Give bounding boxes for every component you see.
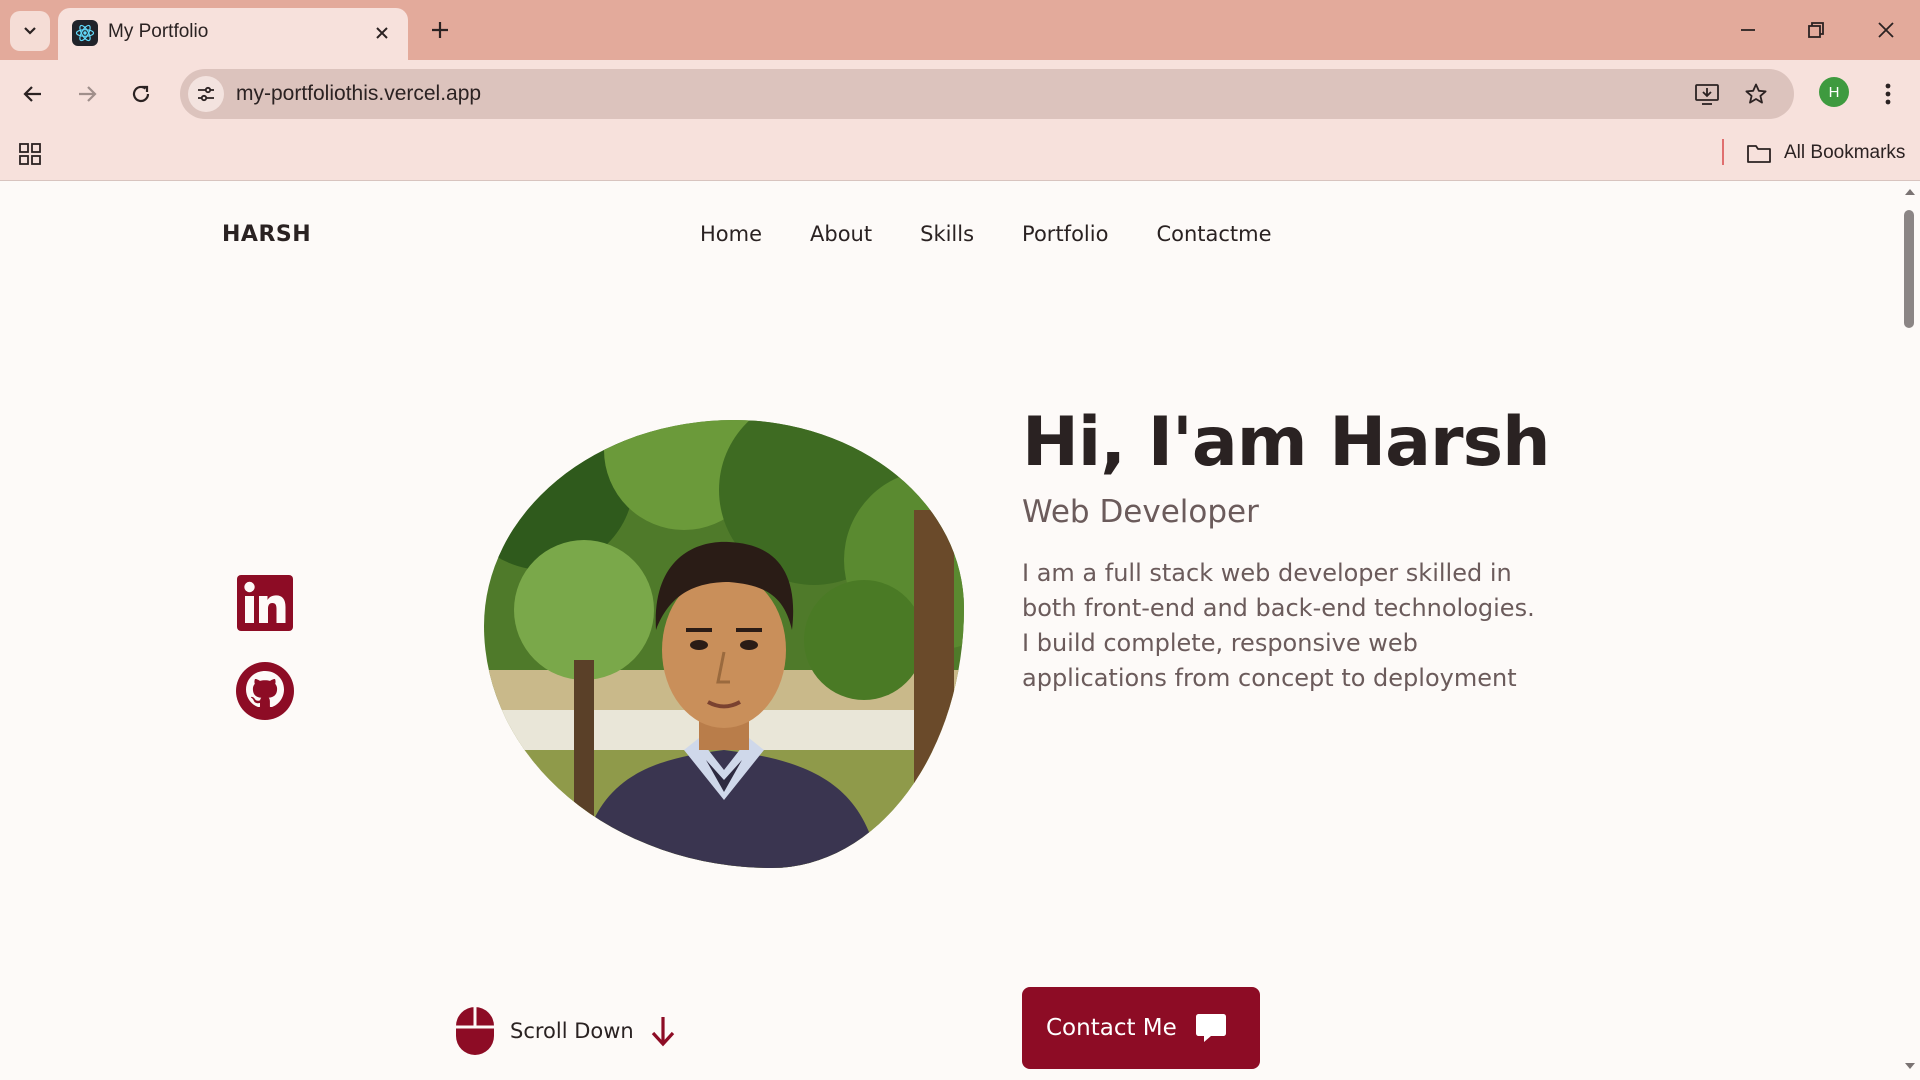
nav-portfolio[interactable]: Portfolio bbox=[1022, 222, 1108, 246]
tab-search-button[interactable] bbox=[10, 11, 50, 51]
github-icon bbox=[236, 662, 294, 720]
window-close-icon bbox=[1878, 22, 1894, 38]
profile-avatar[interactable]: H bbox=[1819, 77, 1849, 107]
window-close-button[interactable] bbox=[1862, 8, 1910, 52]
tab-search-icon bbox=[24, 27, 36, 35]
site-logo[interactable]: HARSH bbox=[222, 222, 311, 247]
browser-toolbar: my-portfoliothis.vercel.app H bbox=[0, 60, 1920, 128]
hero-subtitle: Web Developer bbox=[1022, 493, 1259, 530]
tab-title: My Portfolio bbox=[108, 21, 209, 42]
bookmark-star-button[interactable] bbox=[1740, 78, 1772, 110]
scroll-down-arrow-icon bbox=[1905, 1063, 1915, 1069]
back-button[interactable] bbox=[13, 74, 53, 114]
profile-photo bbox=[484, 420, 964, 868]
star-icon bbox=[1745, 83, 1767, 104]
chat-bubble-icon bbox=[1195, 1014, 1226, 1042]
nav-home[interactable]: Home bbox=[700, 222, 762, 246]
contact-me-label: Contact Me bbox=[1046, 1015, 1177, 1041]
page-scrollbar[interactable] bbox=[1898, 182, 1920, 1080]
mouse-icon bbox=[456, 1007, 494, 1055]
forward-arrow-icon bbox=[79, 86, 97, 102]
close-icon bbox=[376, 27, 388, 39]
contact-me-button[interactable]: Contact Me bbox=[1022, 987, 1260, 1069]
linkedin-link[interactable] bbox=[236, 574, 294, 632]
bookmarks-bar: All Bookmarks bbox=[0, 128, 1920, 181]
scrollbar-thumb[interactable] bbox=[1904, 210, 1914, 328]
tab-strip: My Portfolio bbox=[0, 0, 1920, 60]
reload-button[interactable] bbox=[121, 74, 161, 114]
folder-icon bbox=[1747, 145, 1771, 163]
linkedin-icon bbox=[237, 575, 293, 631]
github-link[interactable] bbox=[236, 662, 294, 720]
nav-about[interactable]: About bbox=[810, 222, 872, 246]
active-tab[interactable]: My Portfolio bbox=[58, 8, 408, 60]
reload-icon bbox=[132, 85, 150, 103]
site-info-button[interactable] bbox=[188, 76, 224, 112]
url-text[interactable]: my-portfoliothis.vercel.app bbox=[236, 82, 481, 106]
hero-title: Hi, I'am Harsh bbox=[1022, 403, 1550, 482]
install-app-icon bbox=[1695, 84, 1719, 105]
install-app-button[interactable] bbox=[1691, 78, 1723, 110]
nav-skills[interactable]: Skills bbox=[920, 222, 974, 246]
react-favicon-icon bbox=[72, 20, 98, 46]
scroll-up-arrow-icon bbox=[1905, 189, 1915, 195]
restore-button[interactable] bbox=[1792, 8, 1840, 52]
site-settings-icon bbox=[198, 86, 214, 102]
all-bookmarks-label: All Bookmarks bbox=[1784, 142, 1906, 163]
tab-close-button[interactable] bbox=[368, 19, 396, 47]
apps-grid-icon bbox=[19, 143, 41, 165]
hero-description: I am a full stack web developer skilled … bbox=[1022, 558, 1535, 692]
kebab-menu-icon bbox=[1885, 83, 1891, 105]
back-arrow-icon bbox=[23, 86, 41, 102]
main-nav: Home About Skills Portfolio Contactme bbox=[700, 222, 1272, 246]
browser-menu-button[interactable] bbox=[1870, 74, 1906, 114]
scroll-down-label: Scroll Down bbox=[510, 1019, 634, 1043]
plus-icon bbox=[432, 22, 448, 38]
apps-button[interactable] bbox=[14, 138, 46, 170]
page-viewport: HARSH Home About Skills Portfolio Contac… bbox=[0, 182, 1920, 1080]
all-bookmarks-button[interactable]: All Bookmarks bbox=[1746, 137, 1905, 169]
restore-icon bbox=[1808, 22, 1824, 38]
bookmarks-separator bbox=[1722, 139, 1724, 165]
arrow-down-icon bbox=[651, 1017, 674, 1047]
hero-content: Hi, I'am Harsh Web Developer I am a full… bbox=[1022, 402, 1582, 1069]
minimize-icon bbox=[1741, 29, 1755, 31]
nav-contactme[interactable]: Contactme bbox=[1156, 222, 1271, 246]
minimize-button[interactable] bbox=[1724, 8, 1772, 52]
scroll-down-button[interactable]: Scroll Down bbox=[456, 1006, 676, 1056]
social-links bbox=[236, 574, 296, 750]
address-bar[interactable]: my-portfoliothis.vercel.app bbox=[180, 69, 1794, 119]
forward-button[interactable] bbox=[67, 74, 107, 114]
new-tab-button[interactable] bbox=[422, 12, 458, 48]
